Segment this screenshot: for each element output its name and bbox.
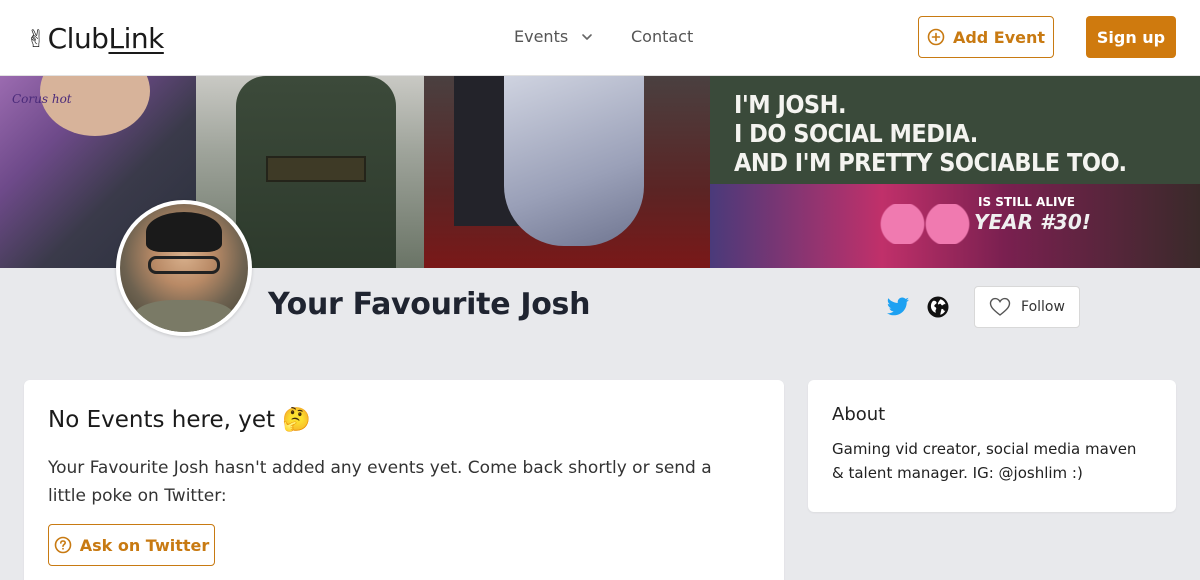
banner-photo-3 (424, 76, 710, 268)
site-header: ✌ Club Link Events Contact Add Event Sig… (0, 0, 1200, 76)
events-card-title: No Events here, yet 🤔 (48, 407, 311, 433)
nav-contact-label: Contact (631, 27, 694, 46)
events-card: No Events here, yet 🤔 Your Favourite Jos… (24, 380, 784, 580)
events-card-description: Your Favourite Josh hasn't added any eve… (48, 458, 712, 506)
profile-name: Your Favourite Josh (268, 287, 591, 322)
about-card: About Gaming vid creator, social media m… (808, 380, 1176, 512)
clublink-logo[interactable]: ✌ Club Link (26, 22, 164, 55)
banner-headline: I'M JOSH. I DO SOCIAL MEDIA. AND I'M PRE… (734, 90, 1127, 177)
nav-contact[interactable]: Contact (631, 27, 693, 46)
plus-circle-icon (927, 28, 945, 46)
banner-photo-4: I'M JOSH. I DO SOCIAL MEDIA. AND I'M PRE… (710, 76, 1200, 268)
heart-icon (989, 297, 1011, 316)
victory-hand-icon: ✌ (26, 24, 46, 53)
globe-icon[interactable] (926, 295, 950, 319)
about-text: Gaming vid creator, social media maven &… (832, 440, 1137, 482)
nav-events[interactable]: Events (514, 27, 594, 46)
ask-on-twitter-button[interactable]: Ask on Twitter (48, 524, 215, 566)
follow-button[interactable]: Follow (974, 286, 1080, 328)
ask-on-twitter-label: Ask on Twitter (79, 535, 210, 555)
add-event-label: Add Event (952, 27, 1046, 47)
nav-events-label: Events (514, 27, 569, 46)
logo-text-club: Club (47, 22, 109, 55)
banner-subline: IS STILL ALIVE (978, 195, 1075, 209)
about-title: About (832, 404, 886, 425)
avatar (116, 200, 252, 336)
twitter-icon[interactable] (886, 295, 910, 319)
chevron-down-icon (582, 33, 592, 40)
banner-year: YEAR #30! (974, 210, 1091, 234)
banner-tag: Corus hot (12, 92, 72, 106)
logo-text-link: Link (108, 22, 164, 55)
sign-up-button[interactable]: Sign up (1086, 16, 1176, 58)
follow-label: Follow (1021, 299, 1065, 315)
sign-up-label: Sign up (1096, 27, 1166, 47)
add-event-button[interactable]: Add Event (918, 16, 1054, 58)
help-circle-icon (54, 536, 72, 554)
